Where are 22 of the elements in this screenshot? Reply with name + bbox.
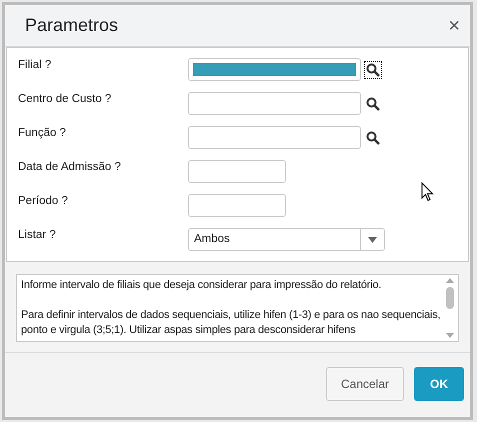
window-title: Parametros <box>25 14 118 37</box>
dropdown[interactable]: Ambos <box>188 228 385 251</box>
scroll-up-icon[interactable] <box>446 277 454 283</box>
input-field[interactable] <box>188 126 361 149</box>
help-paragraph: Informe intervalo de filiais que deseja considerar para impressão do relatório. <box>21 278 382 293</box>
field-label: Função ? <box>18 126 67 141</box>
input-field[interactable] <box>188 92 361 115</box>
field-label: Centro de Custo ? <box>18 92 112 107</box>
close-button[interactable]: × <box>448 16 460 36</box>
help-paragraph: Para definir intervalos de dados sequenciais, utilize hifen (1-3) e para os nao sequenciais, ponto e virgula (3;5;1). Utilizar aspas simples para desconsiderar hifens <box>21 308 442 338</box>
field-label: Período ? <box>18 194 69 209</box>
scroll-thumb[interactable] <box>446 287 454 309</box>
cancel-button[interactable]: Cancelar <box>326 367 404 401</box>
caret-icon[interactable] <box>368 236 377 242</box>
input-field[interactable] <box>188 58 361 81</box>
input-field[interactable] <box>188 194 286 217</box>
input-field[interactable] <box>188 160 286 183</box>
mouse-cursor-icon <box>421 182 434 202</box>
scroll-down-icon[interactable] <box>446 333 454 339</box>
field-label: Listar ? <box>18 228 57 243</box>
field-label: Filial ? <box>18 58 52 73</box>
field-label: Data de Admissão ? <box>18 160 122 175</box>
